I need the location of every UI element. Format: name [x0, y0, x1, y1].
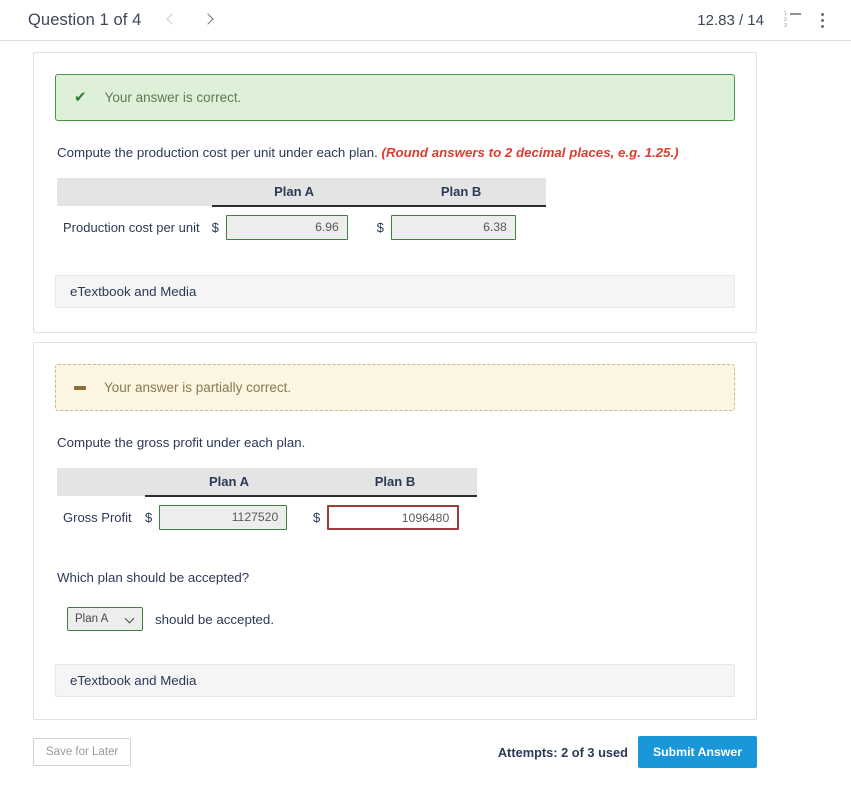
- cell-plan-b: $ 6.38: [377, 206, 546, 248]
- etextbook-and-media-2[interactable]: eTextbook and Media: [55, 664, 735, 697]
- submit-answer-button[interactable]: Submit Answer: [637, 736, 757, 768]
- check-icon: ✔: [74, 89, 87, 106]
- prompt-text: Compute the production cost per unit und…: [57, 145, 378, 160]
- status-banner-correct: ✔ Your answer is correct.: [55, 74, 735, 121]
- answer-input-plan-b-2[interactable]: 1096480: [327, 505, 460, 530]
- plan-select[interactable]: Plan A: [67, 607, 143, 631]
- question-body: ✔ Your answer is correct. Compute the pr…: [0, 52, 851, 776]
- row-label-gross-profit: Gross Profit: [63, 509, 132, 525]
- score-display: 12.83 / 14: [697, 11, 764, 29]
- kebab-menu-icon[interactable]: [821, 12, 825, 28]
- rounding-hint: (Round answers to 2 decimal places, e.g.…: [381, 145, 679, 160]
- money-wrap: $ 6.96: [212, 215, 377, 240]
- answer-input-plan-a-2[interactable]: 1127520: [159, 505, 288, 530]
- answer-input-plan-a-1[interactable]: 6.96: [225, 215, 348, 240]
- answer-table-2: Plan A Plan B Gross Profit $ 1127520 $ 1…: [57, 468, 477, 538]
- table-row: Production cost per unit $ 6.96 $ 6.38: [57, 206, 546, 248]
- chevron-down-icon: [126, 615, 135, 624]
- money-wrap: $ 6.38: [377, 215, 546, 240]
- row-label-production-cost: Production cost per unit: [63, 219, 200, 235]
- table-header-row: Plan A Plan B: [57, 178, 546, 207]
- currency-symbol: $: [313, 510, 321, 525]
- page-title: Question 1 of 4: [28, 10, 142, 29]
- toolbar-right: 12.83 / 14 123: [697, 12, 835, 29]
- save-for-later-button[interactable]: Save for Later: [33, 738, 132, 766]
- money-wrap: $ 1127520: [145, 505, 313, 530]
- header-plan-b: Plan B: [313, 468, 477, 497]
- answer-input-plan-b-1[interactable]: 6.38: [390, 215, 516, 240]
- answer-table-1: Plan A Plan B Production cost per unit $…: [57, 178, 546, 248]
- plan-select-suffix: should be accepted.: [155, 611, 275, 627]
- status-banner-partial: Your answer is partially correct.: [55, 364, 735, 411]
- header-plan-a: Plan A: [145, 468, 313, 497]
- cell-plan-b: $ 1096480: [313, 496, 477, 538]
- money-wrap: $ 1096480: [313, 505, 477, 530]
- cell-plan-a: $ 1127520: [145, 496, 313, 538]
- attempts-counter: Attempts: 2 of 3 used: [497, 744, 628, 760]
- subquestion-prompt: Which plan should be accepted?: [57, 570, 250, 585]
- table-row: Gross Profit $ 1127520 $ 1096480: [57, 496, 477, 538]
- header-plan-a: Plan A: [211, 178, 377, 207]
- numbered-list-icon[interactable]: 123: [784, 12, 801, 29]
- table-header-row: Plan A Plan B: [57, 468, 477, 497]
- chevron-right-icon[interactable]: [199, 11, 217, 29]
- header-blank: [57, 468, 145, 496]
- question-navigation: [163, 11, 217, 29]
- currency-symbol: $: [145, 510, 153, 525]
- status-banner-text: Your answer is partially correct.: [104, 380, 292, 395]
- chevron-left-icon[interactable]: [163, 11, 181, 29]
- status-banner-text: Your answer is correct.: [104, 90, 242, 105]
- cell-plan-a: $ 6.96: [212, 206, 377, 248]
- prompt-text: Compute the gross profit under each plan…: [57, 435, 306, 450]
- plan-select-row: Plan A should be accepted.: [67, 607, 735, 631]
- currency-symbol: $: [211, 220, 219, 235]
- header-blank: [57, 178, 212, 206]
- plan-select-value: Plan A: [75, 613, 109, 625]
- header-plan-b: Plan B: [376, 178, 546, 207]
- footer-right: Attempts: 2 of 3 used Submit Answer: [498, 736, 757, 768]
- question-part-card-2: Your answer is partially correct. Comput…: [33, 342, 757, 720]
- question-toolbar: Question 1 of 4 12.83 / 14 123: [0, 0, 851, 41]
- question-footer: Save for Later Attempts: 2 of 3 used Sub…: [33, 736, 757, 776]
- dash-icon: [74, 385, 86, 390]
- question-part-card-1: ✔ Your answer is correct. Compute the pr…: [33, 52, 757, 333]
- question-prompt-1: Compute the production cost per unit und…: [57, 145, 735, 160]
- currency-symbol: $: [376, 220, 384, 235]
- etextbook-and-media-1[interactable]: eTextbook and Media: [55, 275, 735, 308]
- question-prompt-2: Compute the gross profit under each plan…: [57, 435, 735, 450]
